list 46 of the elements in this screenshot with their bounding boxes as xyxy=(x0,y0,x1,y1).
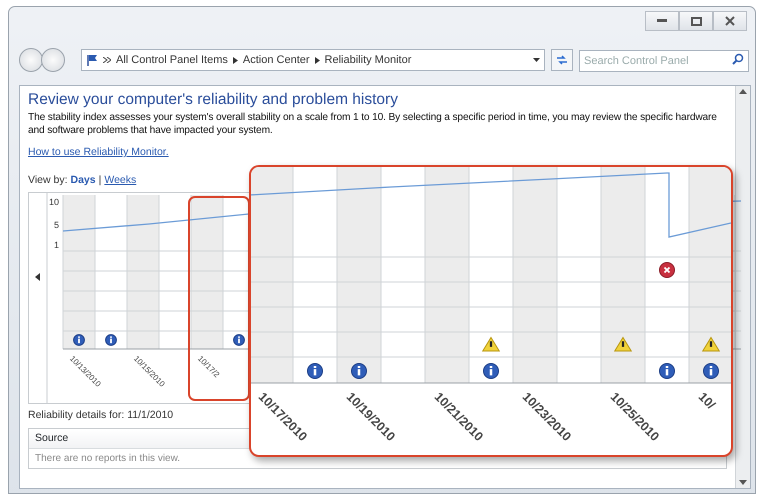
warning-icon[interactable] xyxy=(614,336,632,352)
scroll-down-icon[interactable] xyxy=(739,480,747,485)
y-axis-label: 5 xyxy=(54,220,59,230)
error-icon[interactable] xyxy=(659,262,675,278)
refresh-icon xyxy=(556,55,568,65)
info-icon[interactable] xyxy=(703,363,719,379)
close-button[interactable] xyxy=(713,11,747,31)
maximize-icon xyxy=(690,16,702,26)
date-label: 10/ xyxy=(696,390,718,412)
search-icon xyxy=(732,53,744,65)
dropdown-icon[interactable] xyxy=(533,58,540,62)
view-by-label: View by: xyxy=(28,173,68,188)
minimize-button[interactable] xyxy=(645,11,679,31)
view-option[interactable]: Days xyxy=(70,173,96,189)
view-option[interactable]: Weeks xyxy=(104,173,136,189)
scroll-up-icon[interactable] xyxy=(739,89,747,94)
scrollbar[interactable] xyxy=(735,86,750,488)
info-icon[interactable] xyxy=(351,363,367,379)
scroll-left-icon[interactable] xyxy=(35,272,40,281)
breadcrumb-item[interactable]: All Control Panel Items xyxy=(116,52,228,68)
empty-message: There are no reports in this view. xyxy=(34,452,182,466)
chevron-icon xyxy=(103,57,111,63)
description-text: The stability index assesses your system's overall stability on a scale from 1 to 10. By selecting a specific period in time, you may review the specific hardware and software problems that have impacted your system. xyxy=(28,111,718,137)
info-icon[interactable] xyxy=(483,363,499,379)
info-icon[interactable] xyxy=(659,363,675,379)
info-icon[interactable] xyxy=(233,334,245,346)
maximize-button[interactable] xyxy=(679,11,713,31)
flag-icon xyxy=(86,54,98,66)
close-icon xyxy=(725,16,735,26)
help-link[interactable]: How to use Reliability Monitor. xyxy=(28,145,169,161)
y-axis-label: 1 xyxy=(54,240,59,250)
address-bar[interactable]: All Control Panel Items Action Center Reliability Monitor xyxy=(81,49,545,71)
separator: | xyxy=(98,173,102,188)
info-icon[interactable] xyxy=(307,363,323,379)
page-heading: Review your computer's reliability and problem history xyxy=(28,90,399,109)
column-header[interactable]: Source xyxy=(35,430,68,446)
breadcrumb-item[interactable]: Action Center xyxy=(242,52,310,68)
separator-arrow-icon xyxy=(232,56,238,64)
y-axis-label: 10 xyxy=(48,196,59,207)
warning-icon[interactable] xyxy=(702,336,720,352)
breadcrumb-item[interactable]: Reliability Monitor xyxy=(324,52,412,68)
search-field[interactable]: Search Control Panel xyxy=(579,50,749,72)
refresh-button[interactable] xyxy=(551,49,573,71)
separator-arrow-icon xyxy=(314,56,320,64)
minimize-icon xyxy=(657,19,667,23)
warning-icon[interactable] xyxy=(482,336,500,352)
